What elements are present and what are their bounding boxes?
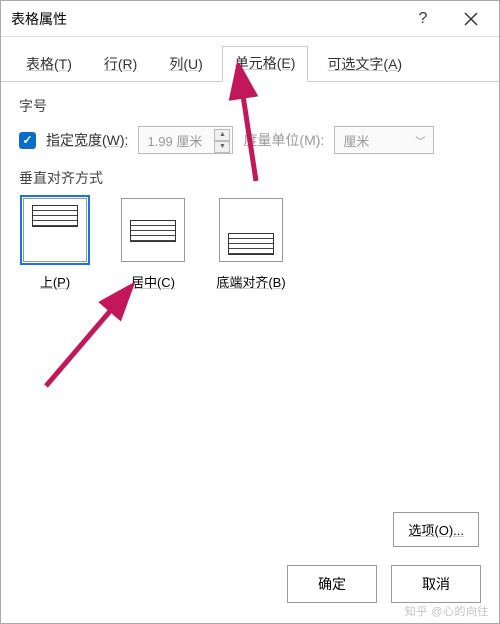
- close-icon: [464, 12, 478, 26]
- measure-unit-label: 度量单位(M):: [243, 130, 324, 150]
- valign-section-label: 垂直对齐方式: [19, 168, 481, 188]
- align-center-icon: [130, 220, 176, 242]
- align-bottom-item: 底端对齐(B): [215, 198, 287, 291]
- dialog-title: 表格属性: [11, 9, 67, 29]
- measure-unit-value: 厘米: [343, 131, 369, 150]
- tab-bar: 表格(T) 行(R) 列(U) 单元格(E) 可选文字(A): [1, 37, 499, 82]
- tab-row[interactable]: 行(R): [91, 47, 150, 82]
- dialog-footer: 确定 取消: [287, 565, 481, 603]
- align-bottom-label: 底端对齐(B): [215, 272, 287, 291]
- chevron-up-icon[interactable]: ▲: [214, 129, 230, 141]
- cancel-button[interactable]: 取消: [391, 565, 481, 603]
- watermark-text: 知乎 @心的向往: [405, 603, 489, 619]
- vertical-align-group: 上(P) 居中(C) 底端对齐(B): [19, 198, 481, 291]
- width-value-input[interactable]: 1.99 厘米 ▲ ▼: [138, 126, 233, 154]
- title-bar: 表格属性 ?: [1, 1, 499, 37]
- align-top-item: 上(P): [19, 198, 91, 291]
- chevron-down-icon[interactable]: ▼: [214, 141, 230, 153]
- tab-pane-cell: 字号 指定宽度(W): 1.99 厘米 ▲ ▼ 度量单位(M): 厘米 ﹀ 垂直…: [1, 82, 499, 305]
- align-center-label: 居中(C): [117, 272, 189, 291]
- width-value-text: 1.99 厘米: [147, 131, 202, 150]
- specify-width-checkbox[interactable]: [19, 132, 36, 149]
- align-top-label: 上(P): [19, 272, 91, 291]
- size-section-label: 字号: [19, 96, 481, 116]
- measure-unit-select[interactable]: 厘米 ﹀: [334, 126, 434, 154]
- tab-cell[interactable]: 单元格(E): [222, 46, 309, 82]
- align-top-button[interactable]: [23, 198, 87, 262]
- help-button[interactable]: ?: [403, 5, 443, 33]
- align-bottom-icon: [228, 233, 274, 255]
- specify-width-row: 指定宽度(W): 1.99 厘米 ▲ ▼ 度量单位(M): 厘米 ﹀: [19, 126, 481, 154]
- ok-button[interactable]: 确定: [287, 565, 377, 603]
- specify-width-label: 指定宽度(W):: [46, 130, 128, 150]
- width-spinner[interactable]: ▲ ▼: [214, 129, 230, 153]
- options-button[interactable]: 选项(O)...: [393, 512, 479, 547]
- tab-column[interactable]: 列(U): [156, 47, 215, 82]
- align-center-item: 居中(C): [117, 198, 189, 291]
- tab-alttext[interactable]: 可选文字(A): [314, 47, 415, 82]
- tab-table[interactable]: 表格(T): [13, 47, 85, 82]
- chevron-down-icon: ﹀: [415, 133, 425, 148]
- align-bottom-button[interactable]: [219, 198, 283, 262]
- close-button[interactable]: [449, 5, 493, 33]
- align-top-icon: [32, 205, 78, 227]
- align-center-button[interactable]: [121, 198, 185, 262]
